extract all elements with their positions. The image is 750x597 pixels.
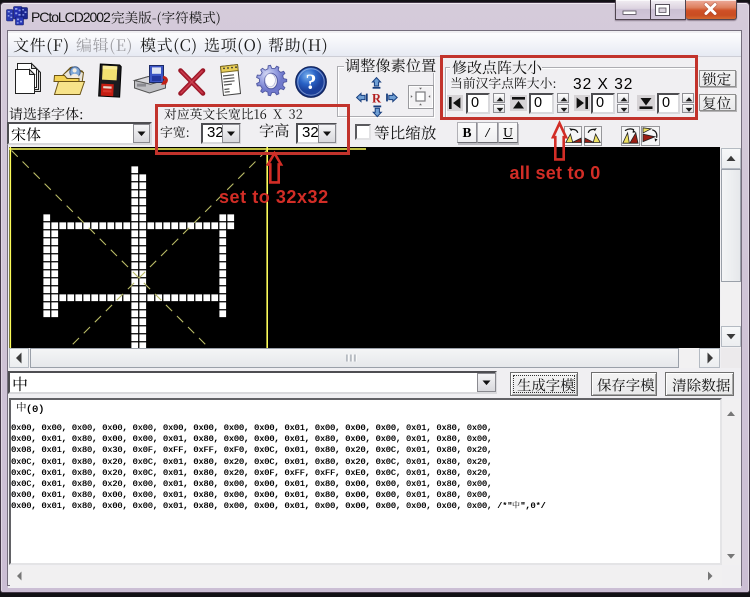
svg-text:?: ? <box>306 69 317 94</box>
svg-text:R: R <box>372 92 382 106</box>
